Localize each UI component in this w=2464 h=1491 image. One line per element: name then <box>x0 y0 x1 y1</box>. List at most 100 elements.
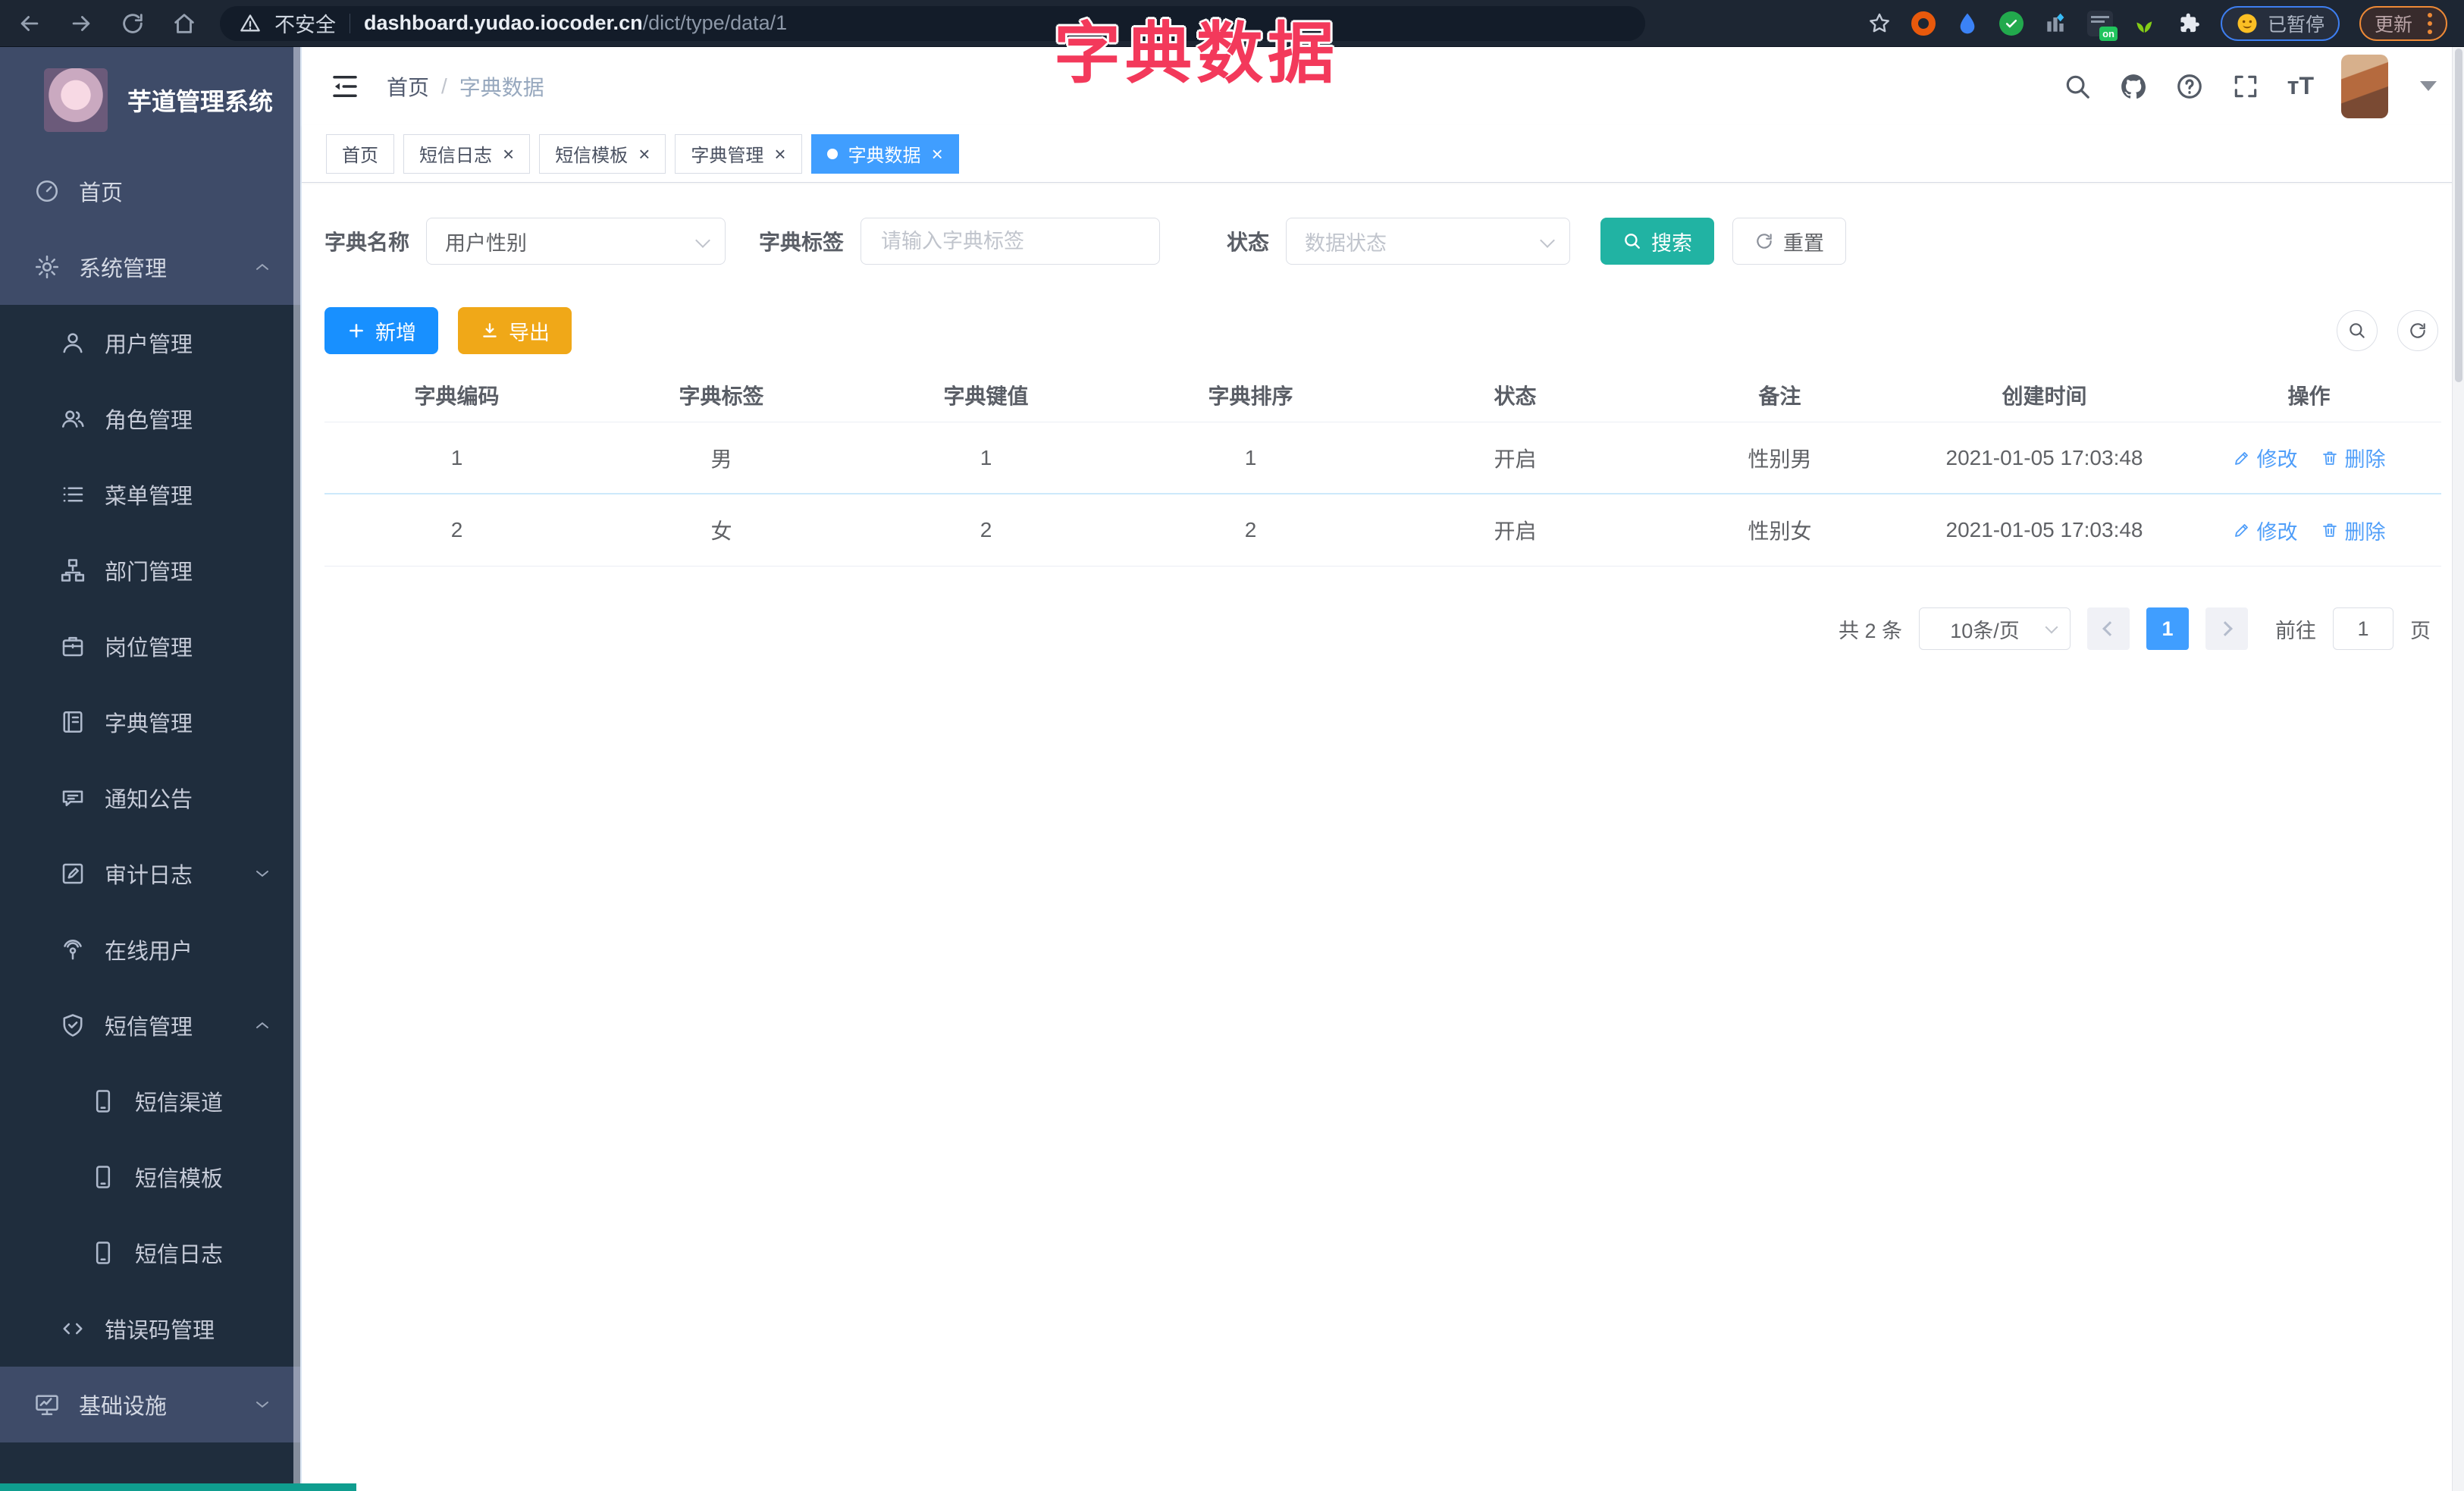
chevron-up-icon <box>252 1015 273 1036</box>
column-header: 备注 <box>1758 384 1801 408</box>
fullscreen-icon[interactable] <box>2231 72 2260 101</box>
search-button[interactable]: 搜索 <box>1600 218 1715 265</box>
sidebar-item-label: 角色管理 <box>105 409 193 433</box>
sidebar-item-sms-channel[interactable]: 短信渠道 <box>0 1063 300 1139</box>
update-button[interactable]: 更新 <box>2359 5 2447 41</box>
sidebar-item-notice[interactable]: 通知公告 <box>0 760 300 836</box>
profile-paused-badge[interactable]: 已暂停 <box>2220 5 2340 41</box>
address-bar[interactable]: 不安全 dashboard.yudao.iocoder.cn/dict/type… <box>220 5 1645 41</box>
font-size-icon[interactable]: тT <box>2287 72 2314 100</box>
back-icon[interactable] <box>17 11 42 36</box>
tab-home[interactable]: 首页 <box>326 133 394 174</box>
close-icon[interactable]: × <box>503 144 514 164</box>
sidebar-item-audit-log[interactable]: 审计日志 <box>0 836 300 912</box>
chevron-down-icon <box>1540 233 1555 248</box>
dict-name-select[interactable]: 用户性别 <box>426 218 726 265</box>
sidebar-logo[interactable]: 芋道管理系统 <box>0 47 300 153</box>
phone-icon <box>89 1239 117 1267</box>
page-header: 首页 / 字典数据 тT <box>302 47 2464 125</box>
bookmark-star-icon[interactable] <box>1867 11 1892 36</box>
next-page-button[interactable] <box>2205 607 2248 650</box>
sidebar-item-sms-mgmt[interactable]: 短信管理 <box>0 987 300 1063</box>
current-page[interactable]: 1 <box>2146 607 2189 650</box>
close-icon[interactable]: × <box>932 144 943 164</box>
close-icon[interactable]: × <box>774 144 785 164</box>
page-unit-label: 页 <box>2410 619 2431 642</box>
table-cell: 开启 <box>1494 447 1537 471</box>
sidebar-item-post-mgmt[interactable]: 岗位管理 <box>0 608 300 684</box>
sidebar-item-system-mgmt[interactable]: 系统管理 <box>0 229 300 305</box>
export-button[interactable]: 导出 <box>458 307 572 354</box>
sidebar-scrollbar[interactable] <box>293 47 300 1491</box>
extension-sprout-icon[interactable] <box>2133 11 2157 36</box>
sidebar-item-home[interactable]: 首页 <box>0 153 300 229</box>
table-cell: 2 <box>1244 518 1257 541</box>
delete-link[interactable]: 删除 <box>2321 516 2386 545</box>
forward-icon[interactable] <box>68 11 94 36</box>
browser-menu-icon[interactable] <box>2428 12 2432 34</box>
add-button[interactable]: 新增 <box>324 307 438 354</box>
sidebar-item-label: 审计日志 <box>105 864 193 888</box>
edit-link[interactable]: 修改 <box>2233 443 2298 472</box>
table-row: 2 女 2 2 开启 性别女 2021-01-05 17:03:48 修改 删除 <box>324 494 2441 567</box>
extension-check-icon[interactable] <box>1998 11 2024 36</box>
sidebar-item-infrastructure[interactable]: 基础设施 <box>0 1367 300 1442</box>
home-icon[interactable] <box>171 11 197 36</box>
caret-down-icon[interactable] <box>2420 81 2437 91</box>
security-warning-icon[interactable] <box>240 13 261 34</box>
sidebar-item-role-mgmt[interactable]: 角色管理 <box>0 381 300 457</box>
filter-row: 字典名称 用户性别 字典标签 状态 数据状态 搜索 <box>324 218 2441 265</box>
breadcrumb-home[interactable]: 首页 <box>387 71 429 102</box>
hide-search-button[interactable] <box>2337 310 2378 351</box>
prev-page-button[interactable] <box>2087 607 2130 650</box>
extension-bars-icon[interactable] <box>2043 11 2067 36</box>
sidebar-item-sms-log[interactable]: 短信日志 <box>0 1215 300 1291</box>
browser-actions: on 已暂停 更新 <box>1867 5 2447 41</box>
active-dot <box>826 148 838 159</box>
user-icon <box>59 329 86 356</box>
sidebar-item-errcode-mgmt[interactable]: 错误码管理 <box>0 1291 300 1367</box>
avatar[interactable] <box>2341 54 2388 118</box>
tab-sms-template[interactable]: 短信模板 × <box>539 133 666 174</box>
sidebar-collapse-icon[interactable] <box>329 71 361 102</box>
page-scrollbar[interactable] <box>2452 47 2464 1491</box>
extension-on-icon[interactable]: on <box>2086 10 2118 41</box>
refresh-button[interactable] <box>2397 310 2438 351</box>
sidebar-item-menu-mgmt[interactable]: 菜单管理 <box>0 457 300 532</box>
edit-link[interactable]: 修改 <box>2233 516 2298 545</box>
sidebar-item-sms-template[interactable]: 短信模板 <box>0 1139 300 1215</box>
scrollbar-thumb[interactable] <box>2455 49 2462 382</box>
extensions-puzzle-icon[interactable] <box>2177 11 2201 36</box>
toolbar: 新增 导出 <box>324 307 2441 354</box>
dict-label-input[interactable] <box>879 228 1142 254</box>
app-title: 芋道管理系统 <box>127 88 274 115</box>
sidebar-item-label: 系统管理 <box>79 257 168 281</box>
github-icon[interactable] <box>2119 72 2148 101</box>
search-icon[interactable] <box>2063 72 2092 101</box>
delete-link[interactable]: 删除 <box>2321 443 2386 472</box>
gear-icon <box>33 253 61 281</box>
sidebar-item-label: 字典管理 <box>105 712 193 736</box>
refresh-icon <box>1757 234 1772 249</box>
table-cell: 1 <box>1244 445 1257 469</box>
extension-drop-icon[interactable] <box>1955 11 1980 36</box>
goto-page-input[interactable] <box>2333 607 2393 650</box>
tab-dict-mgmt[interactable]: 字典管理 × <box>675 133 802 174</box>
sidebar-item-dept-mgmt[interactable]: 部门管理 <box>0 532 300 608</box>
close-icon[interactable]: × <box>638 144 650 164</box>
reset-button[interactable]: 重置 <box>1732 218 1847 265</box>
tab-dict-data[interactable]: 字典数据 × <box>810 133 959 174</box>
sidebar-item-online-user[interactable]: 在线用户 <box>0 912 300 987</box>
table-header: 字典编码 字典标签 字典键值 字典排序 状态 备注 创建时间 操作 <box>324 368 2441 422</box>
sidebar-item-user-mgmt[interactable]: 用户管理 <box>0 305 300 381</box>
status-label: 状态 <box>1227 231 1270 254</box>
sidebar-item-label: 短信渠道 <box>135 1091 224 1116</box>
tab-sms-log[interactable]: 短信日志 × <box>403 133 531 174</box>
sidebar-item-dict-mgmt[interactable]: 字典管理 <box>0 684 300 760</box>
status-select[interactable]: 数据状态 <box>1286 218 1571 265</box>
extension-orange-icon[interactable] <box>1911 11 1936 36</box>
help-icon[interactable] <box>2175 72 2204 101</box>
profile-emoji-icon <box>2237 14 2257 33</box>
reload-icon[interactable] <box>120 11 146 36</box>
page-size-select[interactable]: 10条/页 <box>1919 607 2071 650</box>
